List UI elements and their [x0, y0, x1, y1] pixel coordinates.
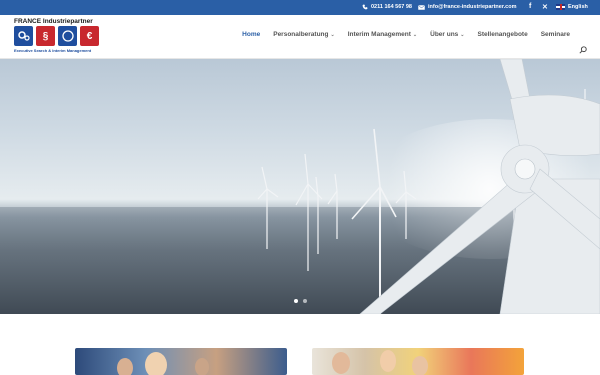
card-image-workshop[interactable] [312, 348, 524, 375]
wind-turbines-image [0, 59, 600, 314]
nav-label: Home [242, 31, 261, 38]
nav-item-ueber-uns[interactable]: Über uns ⌄ [430, 31, 464, 38]
slider-dot[interactable] [302, 299, 307, 303]
chevron-down-icon: ⌄ [460, 31, 465, 38]
phone-number: 0211 164 567 98 [371, 4, 412, 10]
phone-icon [362, 4, 368, 10]
nav-label: Seminare [540, 31, 570, 38]
euro-icon: € [80, 26, 99, 46]
email-link[interactable]: info@france-industriepartner.com [418, 4, 517, 10]
feature-cards [0, 348, 600, 375]
logo-title: FRANCE Industriepartner [14, 18, 93, 25]
language-switch[interactable]: English [556, 4, 588, 10]
section-sign-icon: § [36, 26, 55, 46]
main-nav: Home Personalberatung ⌄ Interim Manageme… [242, 31, 570, 38]
nav-label: Personalberatung [273, 31, 329, 38]
language-label: English [568, 4, 588, 10]
card-image-team-meeting[interactable] [75, 348, 287, 375]
nav-item-stellenangebote[interactable]: Stellenangebote [478, 31, 528, 38]
chevron-down-icon: ⌄ [330, 31, 335, 38]
slider-dots [0, 299, 600, 303]
mail-icon [418, 4, 425, 10]
nav-label: Stellenangebote [477, 31, 528, 38]
nav-item-interim-management[interactable]: Interim Management ⌄ [348, 31, 417, 38]
email-address: info@france-industriepartner.com [428, 4, 517, 10]
site-header: FRANCE Industriepartner § € Executive Se… [0, 15, 600, 59]
slider-dot[interactable] [293, 299, 298, 303]
phone-link[interactable]: 0211 164 567 98 [362, 4, 412, 10]
top-bar: 0211 164 567 98 info@france-industriepar… [0, 0, 600, 15]
compass-icon [58, 26, 77, 46]
facebook-icon[interactable]: f [529, 3, 531, 10]
nav-item-home[interactable]: Home [242, 31, 260, 38]
hero-slider[interactable] [0, 59, 600, 314]
nav-item-personalberatung[interactable]: Personalberatung ⌄ [273, 31, 334, 38]
gears-icon [14, 26, 33, 46]
nav-label: Interim Management [347, 31, 411, 38]
logo-subtitle: Executive Search & Interim Management [14, 48, 92, 53]
nav-label: Über uns [430, 31, 459, 38]
xing-icon[interactable]: ✕ [542, 3, 548, 11]
logo-tiles: § € [14, 26, 99, 46]
nav-item-seminare[interactable]: Seminare [541, 31, 570, 38]
uk-flag-icon [556, 4, 565, 10]
chevron-down-icon: ⌄ [412, 31, 418, 38]
search-icon[interactable] [579, 46, 587, 54]
